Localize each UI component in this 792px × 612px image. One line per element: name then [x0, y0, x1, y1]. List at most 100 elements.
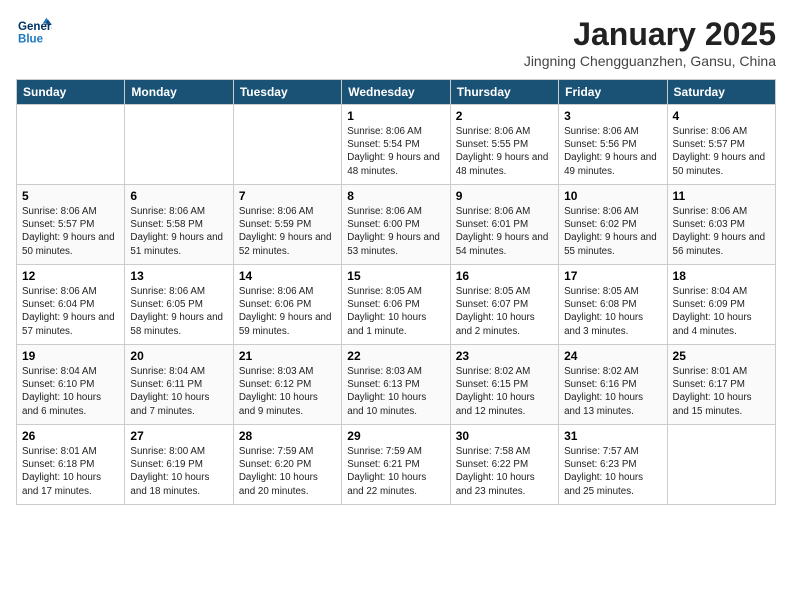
calendar-cell: 6Sunrise: 8:06 AM Sunset: 5:58 PM Daylig… — [125, 185, 233, 265]
day-detail: Sunrise: 8:06 AM Sunset: 6:01 PM Dayligh… — [456, 205, 553, 258]
day-number: 11 — [673, 189, 770, 203]
calendar-cell: 30 Sunrise: 7:58 AM Sunset: 6:22 PM Dayli… — [450, 425, 558, 505]
day-number: 31 — [564, 429, 661, 443]
calendar-cell: 17 Sunrise: 8:05 AM Sunset: 6:08 PM Dayli… — [559, 265, 667, 345]
calendar-week-row: 26Sunrise: 8:01 AM Sunset: 6:18 PM Dayli… — [17, 425, 776, 505]
weekday-header-saturday: Saturday — [667, 80, 775, 105]
day-detail: Sunrise: 8:01 AM Sunset: 6:17 PM Dayligh… — [673, 365, 770, 418]
weekday-header-sunday: Sunday — [17, 80, 125, 105]
day-number: 13 — [130, 269, 227, 283]
header: General Blue January 2025 Jingning Cheng… — [16, 16, 776, 69]
month-title: January 2025 — [524, 16, 776, 53]
day-number: 2 — [456, 109, 553, 123]
calendar-cell: 7Sunrise: 8:06 AM Sunset: 5:59 PM Daylig… — [233, 185, 341, 265]
day-number: 23 — [456, 349, 553, 363]
day-detail: Sunrise: 8:00 AM Sunset: 6:19 PM Dayligh… — [130, 445, 227, 498]
day-number: 5 — [22, 189, 119, 203]
weekday-header-tuesday: Tuesday — [233, 80, 341, 105]
day-detail: Sunrise: 8:06 AM Sunset: 6:02 PM Dayligh… — [564, 205, 661, 258]
day-number: 19 — [22, 349, 119, 363]
day-detail: Sunrise: 8:01 AM Sunset: 6:18 PM Dayligh… — [22, 445, 119, 498]
day-number: 29 — [347, 429, 444, 443]
day-number: 17 — [564, 269, 661, 283]
calendar-cell: 9Sunrise: 8:06 AM Sunset: 6:01 PM Daylig… — [450, 185, 558, 265]
calendar-cell — [667, 425, 775, 505]
day-detail: Sunrise: 8:05 AM Sunset: 6:06 PM Dayligh… — [347, 285, 444, 338]
day-detail: Sunrise: 8:06 AM Sunset: 6:05 PM Dayligh… — [130, 285, 227, 338]
day-number: 20 — [130, 349, 227, 363]
day-number: 28 — [239, 429, 336, 443]
location-subtitle: Jingning Chengguanzhen, Gansu, China — [524, 53, 776, 69]
calendar-cell: 28 Sunrise: 7:59 AM Sunset: 6:20 PM Dayli… — [233, 425, 341, 505]
weekday-header-wednesday: Wednesday — [342, 80, 450, 105]
calendar-week-row: 12Sunrise: 8:06 AM Sunset: 6:04 PM Dayli… — [17, 265, 776, 345]
calendar-week-row: 5 Sunrise: 8:06 AM Sunset: 5:57 PM Daylig… — [17, 185, 776, 265]
calendar-cell: 26Sunrise: 8:01 AM Sunset: 6:18 PM Dayli… — [17, 425, 125, 505]
calendar-cell: 18 Sunrise: 8:04 AM Sunset: 6:09 PM Dayli… — [667, 265, 775, 345]
weekday-header-monday: Monday — [125, 80, 233, 105]
day-number: 7 — [239, 189, 336, 203]
weekday-header-friday: Friday — [559, 80, 667, 105]
day-number: 30 — [456, 429, 553, 443]
day-detail: Sunrise: 8:04 AM Sunset: 6:09 PM Dayligh… — [673, 285, 770, 338]
day-detail: Sunrise: 8:06 AM Sunset: 6:00 PM Dayligh… — [347, 205, 444, 258]
day-detail: Sunrise: 8:03 AM Sunset: 6:13 PM Dayligh… — [347, 365, 444, 418]
day-number: 14 — [239, 269, 336, 283]
calendar-cell: 12Sunrise: 8:06 AM Sunset: 6:04 PM Dayli… — [17, 265, 125, 345]
day-number: 22 — [347, 349, 444, 363]
day-detail: Sunrise: 8:03 AM Sunset: 6:12 PM Dayligh… — [239, 365, 336, 418]
day-detail: Sunrise: 8:06 AM Sunset: 5:56 PM Dayligh… — [564, 125, 661, 178]
day-detail: Sunrise: 8:04 AM Sunset: 6:11 PM Dayligh… — [130, 365, 227, 418]
calendar-cell: 14Sunrise: 8:06 AM Sunset: 6:06 PM Dayli… — [233, 265, 341, 345]
day-number: 21 — [239, 349, 336, 363]
day-detail: Sunrise: 7:59 AM Sunset: 6:21 PM Dayligh… — [347, 445, 444, 498]
calendar-cell: 21 Sunrise: 8:03 AM Sunset: 6:12 PM Dayli… — [233, 345, 341, 425]
day-detail: Sunrise: 8:02 AM Sunset: 6:15 PM Dayligh… — [456, 365, 553, 418]
day-number: 1 — [347, 109, 444, 123]
calendar-cell: 5 Sunrise: 8:06 AM Sunset: 5:57 PM Daylig… — [17, 185, 125, 265]
calendar-cell: 2Sunrise: 8:06 AM Sunset: 5:55 PM Daylig… — [450, 105, 558, 185]
calendar-cell: 16Sunrise: 8:05 AM Sunset: 6:07 PM Dayli… — [450, 265, 558, 345]
day-number: 8 — [347, 189, 444, 203]
day-detail: Sunrise: 7:57 AM Sunset: 6:23 PM Dayligh… — [564, 445, 661, 498]
calendar-cell: 4Sunrise: 8:06 AM Sunset: 5:57 PM Daylig… — [667, 105, 775, 185]
calendar-week-row: 1 Sunrise: 8:06 AM Sunset: 5:54 PM Daylig… — [17, 105, 776, 185]
calendar-cell: 1 Sunrise: 8:06 AM Sunset: 5:54 PM Daylig… — [342, 105, 450, 185]
calendar-cell: 13 Sunrise: 8:06 AM Sunset: 6:05 PM Dayli… — [125, 265, 233, 345]
day-number: 18 — [673, 269, 770, 283]
calendar-cell: 23 Sunrise: 8:02 AM Sunset: 6:15 PM Dayli… — [450, 345, 558, 425]
calendar-cell — [125, 105, 233, 185]
day-detail: Sunrise: 8:06 AM Sunset: 5:54 PM Dayligh… — [347, 125, 444, 178]
calendar-cell: 31 Sunrise: 7:57 AM Sunset: 6:23 PM Dayli… — [559, 425, 667, 505]
calendar-cell: 20 Sunrise: 8:04 AM Sunset: 6:11 PM Dayli… — [125, 345, 233, 425]
calendar-cell: 10 Sunrise: 8:06 AM Sunset: 6:02 PM Dayli… — [559, 185, 667, 265]
day-detail: Sunrise: 7:58 AM Sunset: 6:22 PM Dayligh… — [456, 445, 553, 498]
calendar-week-row: 19 Sunrise: 8:04 AM Sunset: 6:10 PM Dayli… — [17, 345, 776, 425]
calendar-cell: 29 Sunrise: 7:59 AM Sunset: 6:21 PM Dayli… — [342, 425, 450, 505]
day-number: 27 — [130, 429, 227, 443]
calendar-cell: 24 Sunrise: 8:02 AM Sunset: 6:16 PM Dayli… — [559, 345, 667, 425]
weekday-header-row: SundayMondayTuesdayWednesdayThursdayFrid… — [17, 80, 776, 105]
logo-icon: General Blue — [16, 16, 52, 48]
day-detail: Sunrise: 8:06 AM Sunset: 5:58 PM Dayligh… — [130, 205, 227, 258]
day-number: 25 — [673, 349, 770, 363]
day-detail: Sunrise: 8:06 AM Sunset: 5:57 PM Dayligh… — [22, 205, 119, 258]
title-area: January 2025 Jingning Chengguanzhen, Gan… — [524, 16, 776, 69]
day-detail: Sunrise: 7:59 AM Sunset: 6:20 PM Dayligh… — [239, 445, 336, 498]
day-detail: Sunrise: 8:02 AM Sunset: 6:16 PM Dayligh… — [564, 365, 661, 418]
day-detail: Sunrise: 8:04 AM Sunset: 6:10 PM Dayligh… — [22, 365, 119, 418]
calendar-table: SundayMondayTuesdayWednesdayThursdayFrid… — [16, 79, 776, 505]
calendar-cell: 25 Sunrise: 8:01 AM Sunset: 6:17 PM Dayli… — [667, 345, 775, 425]
logo: General Blue — [16, 16, 52, 48]
day-number: 4 — [673, 109, 770, 123]
day-number: 10 — [564, 189, 661, 203]
calendar-cell: 8 Sunrise: 8:06 AM Sunset: 6:00 PM Daylig… — [342, 185, 450, 265]
day-detail: Sunrise: 8:05 AM Sunset: 6:08 PM Dayligh… — [564, 285, 661, 338]
day-detail: Sunrise: 8:06 AM Sunset: 6:03 PM Dayligh… — [673, 205, 770, 258]
calendar-cell — [17, 105, 125, 185]
day-number: 24 — [564, 349, 661, 363]
calendar-cell: 11 Sunrise: 8:06 AM Sunset: 6:03 PM Dayli… — [667, 185, 775, 265]
weekday-header-thursday: Thursday — [450, 80, 558, 105]
calendar-cell: 19 Sunrise: 8:04 AM Sunset: 6:10 PM Dayli… — [17, 345, 125, 425]
day-number: 16 — [456, 269, 553, 283]
